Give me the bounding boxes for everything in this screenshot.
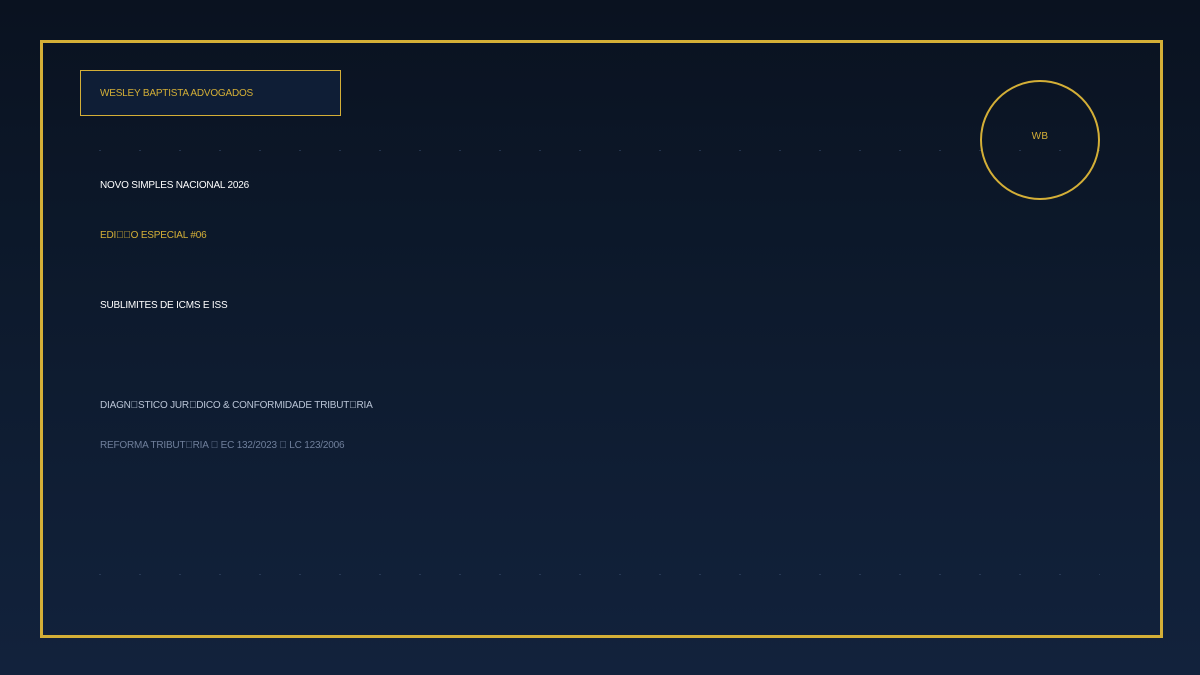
reform-line: REFORMA TRIBUT RIA   EC 132/2023   LC 12… [100, 440, 345, 451]
diagnostic-line: DIAGN STICO JUR DICO & CONFORMIDADE TRIB… [100, 400, 373, 411]
brand-box: WESLEY BAPTISTA ADVOGADOS [80, 70, 341, 116]
dotted-divider-bottom [80, 574, 1100, 575]
main-title: NOVO SIMPLES NACIONAL 2026 [100, 180, 249, 191]
dotted-divider-top [80, 150, 1100, 151]
edition-label: EDI  O ESPECIAL #06 [100, 230, 207, 241]
monogram-seal: WB [980, 80, 1100, 200]
firm-name: WESLEY BAPTISTA ADVOGADOS [100, 87, 254, 99]
subtitle: SUBLIMITES DE ICMS E ISS [100, 300, 228, 311]
monogram-text: WB [1031, 130, 1049, 142]
